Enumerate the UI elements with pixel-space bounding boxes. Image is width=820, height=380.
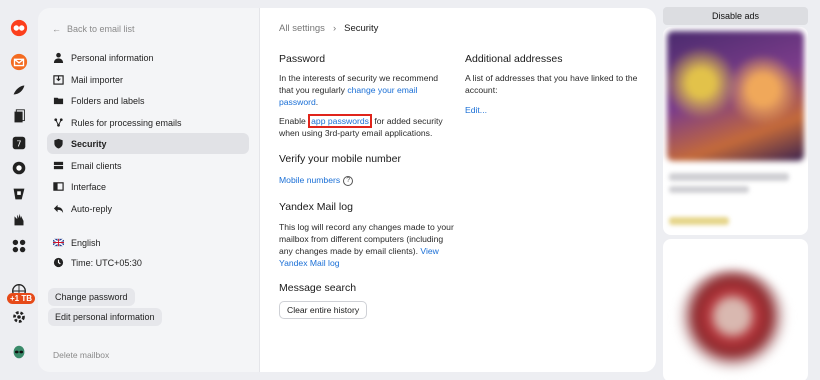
import-icon [53, 74, 64, 85]
ads-column: Disable ads [663, 7, 808, 380]
apps-grid-icon[interactable] [9, 236, 29, 256]
password-heading: Password [279, 53, 326, 65]
app-passwords-link[interactable]: app passwords [308, 114, 372, 128]
person-icon [53, 52, 64, 63]
enable-text: Enable [279, 116, 306, 126]
interface-icon [53, 181, 64, 192]
additional-addresses-text: A list of addresses that you have linked… [465, 73, 638, 95]
menu-item-folders-and-labels[interactable]: Folders and labels [47, 90, 249, 111]
delete-mailbox-link[interactable]: Delete mailbox [53, 350, 109, 360]
menu-item-email-clients[interactable]: Email clients [47, 155, 249, 176]
settings-menu: ← Back to email list Personal informatio… [38, 8, 259, 372]
breadcrumb: All settings › Security [279, 23, 378, 34]
rules-icon [53, 117, 64, 128]
menu-item-label: Personal information [71, 52, 154, 63]
alien-avatar-icon[interactable] [9, 342, 29, 362]
change-password-button[interactable]: Change password [48, 288, 135, 306]
ad-card-1[interactable] [663, 27, 808, 235]
yandex-logo-icon[interactable] [9, 18, 29, 38]
menu-item-label: Rules for processing emails [71, 117, 182, 128]
menu-item-label: Security [71, 138, 107, 149]
ad-subtitle-blurred [669, 186, 749, 193]
app-passwords-text: Enable app passwords for added security … [279, 114, 451, 139]
back-label: Back to email list [67, 24, 135, 34]
edit-personal-information-button[interactable]: Edit personal information [48, 308, 162, 326]
mail-log-heading: Yandex Mail log [279, 201, 353, 213]
back-to-email-list-link[interactable]: ← Back to email list [52, 24, 135, 34]
notes-icon[interactable] [9, 107, 29, 127]
messenger-icon[interactable]: 7 [9, 133, 29, 153]
help-icon[interactable]: ? [343, 175, 354, 186]
timezone-selector[interactable]: Time: UTC+05:30 [47, 252, 249, 273]
menu-item-label: Interface [71, 181, 107, 192]
language-selector[interactable]: English [47, 232, 249, 253]
shield-icon [53, 138, 64, 149]
storage-badge: +1 TB [7, 293, 36, 304]
ad-card-2[interactable] [663, 239, 808, 380]
menu-item-label: Email clients [71, 160, 122, 171]
password-recommendation-text: In the interests of security we recommen… [279, 72, 451, 108]
edit-addresses-link[interactable]: Edit... [465, 104, 487, 116]
mobile-numbers-link[interactable]: Mobile numbers [279, 175, 340, 185]
contacts-icon[interactable] [9, 210, 29, 230]
app-rail: 7 +1 TB [0, 0, 38, 380]
arrow-left-icon: ← [52, 24, 61, 34]
uk-flag-icon [53, 237, 64, 248]
menu-item-rules[interactable]: Rules for processing emails [47, 112, 249, 133]
menu-item-label: Folders and labels [71, 95, 145, 106]
clock-icon [53, 257, 64, 268]
clear-history-button[interactable]: Clear entire history [279, 301, 368, 319]
message-search-heading: Message search [279, 282, 357, 294]
menu-item-label: Mail importer [71, 74, 124, 85]
ad-image-1 [667, 31, 804, 161]
telemost-icon[interactable] [9, 158, 29, 178]
server-icon [53, 160, 64, 171]
menu-item-personal-information[interactable]: Personal information [47, 47, 249, 68]
disk-icon[interactable] [9, 80, 29, 100]
ad-source-blurred [669, 217, 729, 225]
security-settings-panel: All settings › Security Password In the … [259, 8, 656, 372]
menu-item-interface[interactable]: Interface [47, 176, 249, 197]
password-text-period: . [315, 97, 319, 107]
mobile-numbers-row: Mobile numbers? [279, 174, 354, 186]
menu-item-mail-importer[interactable]: Mail importer [47, 69, 249, 90]
mail-log-text: This log will record any changes made to… [279, 221, 457, 269]
additional-addresses-heading: Additional addresses [465, 53, 563, 65]
menu-item-label: Auto-reply [71, 203, 113, 214]
ad-title-blurred [669, 173, 789, 181]
menu-item-auto-reply[interactable]: Auto-reply [47, 198, 249, 219]
verify-mobile-heading: Verify your mobile number [279, 153, 401, 165]
folder-icon [53, 95, 64, 106]
breadcrumb-current: Security [344, 23, 379, 34]
reply-icon [53, 203, 64, 214]
svg-text:7: 7 [16, 139, 21, 149]
ad-image-2 [675, 269, 790, 374]
menu-item-security[interactable]: Security [47, 133, 249, 154]
mail-icon[interactable] [9, 52, 29, 72]
settings-gear-icon[interactable] [9, 307, 29, 327]
breadcrumb-all-settings[interactable]: All settings [279, 23, 325, 34]
breadcrumb-separator: › [332, 23, 337, 34]
calendar-icon[interactable] [9, 184, 29, 204]
language-label: English [71, 237, 101, 248]
disable-ads-button[interactable]: Disable ads [663, 7, 808, 25]
timezone-label: Time: UTC+05:30 [71, 257, 142, 268]
